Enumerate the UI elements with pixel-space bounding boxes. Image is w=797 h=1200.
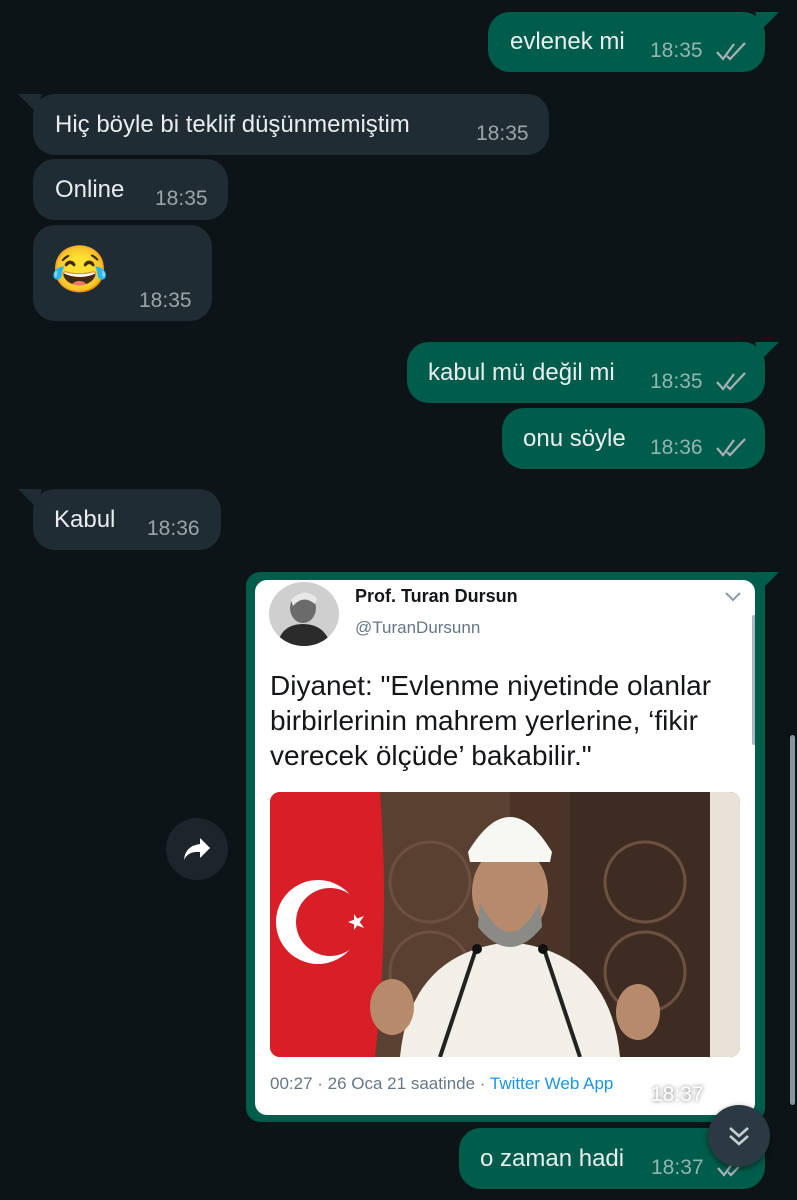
scroll-to-bottom-button[interactable] (708, 1105, 770, 1167)
message-bubble-outgoing[interactable]: onu söyle 18:36 (502, 408, 765, 469)
message-text: evlenek mi (510, 28, 625, 55)
forward-button[interactable] (166, 818, 228, 880)
message-text: onu söyle (523, 425, 626, 452)
message-text: Kabul (54, 506, 116, 533)
message-bubble-incoming[interactable]: 😂 18:35 (33, 225, 212, 321)
tweet-source-link[interactable]: Twitter Web App (490, 1074, 613, 1093)
laughing-emoji: 😂 (51, 243, 109, 295)
double-chevron-down-icon (729, 1127, 749, 1146)
chat-scrollbar[interactable] (790, 735, 795, 1105)
bubble-tail (755, 12, 779, 30)
tweet-author-handle: @TuranDursunn (355, 618, 481, 637)
tweet-author-name: Prof. Turan Dursun (355, 586, 518, 606)
message-text: Online (55, 176, 125, 203)
message-time: 18:36 (147, 517, 200, 540)
message-bubble-outgoing[interactable]: evlenek mi 18:35 (488, 12, 765, 72)
message-time: 18:35 (476, 122, 529, 145)
forward-arrow-icon (184, 838, 210, 860)
chevron-down-icon (725, 592, 741, 602)
message-time: 18:36 (650, 436, 703, 459)
message-time: 18:35 (650, 39, 703, 62)
tweet-text: Diyanet: "Evlenme niyetinde olanlar birb… (270, 670, 712, 771)
message-bubble-incoming[interactable]: Kabul 18:36 (33, 489, 221, 550)
message-bubble-outgoing[interactable]: kabul mü değil mi 18:35 (407, 342, 765, 403)
message-text: o zaman hadi (480, 1145, 625, 1172)
double-check-icon (715, 437, 747, 457)
message-bubble-incoming[interactable]: Hiç böyle bi teklif düşünmemiştim 18:35 (33, 94, 549, 155)
card-scrollbar (752, 615, 755, 745)
double-check-icon (715, 371, 747, 391)
message-bubble-incoming[interactable]: Online 18:35 (33, 159, 228, 220)
message-time: 18:37 (651, 1156, 704, 1179)
message-text: kabul mü değil mi (428, 359, 615, 386)
message-time: 18:35 (139, 289, 192, 312)
double-check-icon (716, 1086, 746, 1105)
message-text: Hiç böyle bi teklif düşünmemiştim (55, 111, 410, 138)
bubble-tail (755, 342, 779, 360)
avatar (269, 582, 339, 646)
message-time: 18:35 (155, 187, 208, 210)
tweet-screenshot-image[interactable]: Prof. Turan Dursun @TuranDursunn Diyanet… (255, 580, 755, 1115)
message-time: 18:37 (651, 1083, 704, 1106)
double-check-icon (715, 41, 747, 61)
tweet-meta: 00:27 · 26 Oca 21 saatinde · Twitter Web… (270, 1074, 613, 1094)
tweet-timestamp: 00:27 · 26 Oca 21 saatinde · (270, 1074, 490, 1093)
bubble-tail (755, 572, 779, 590)
tweet-photo (270, 792, 740, 1057)
message-time: 18:35 (650, 370, 703, 393)
